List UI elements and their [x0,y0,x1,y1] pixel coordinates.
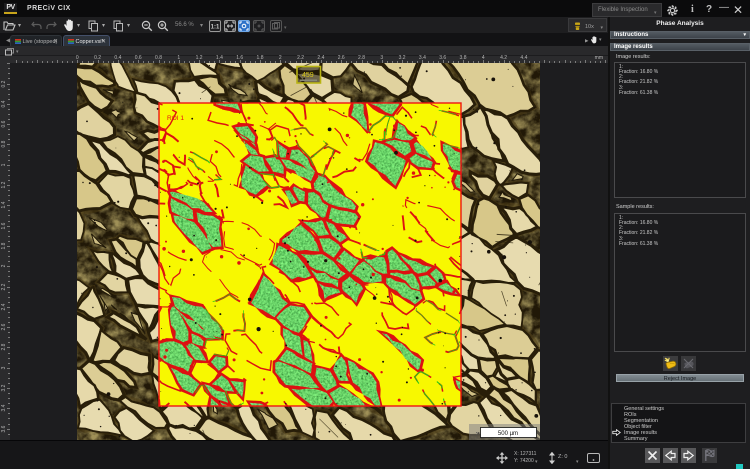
svg-text:500 µm: 500 µm [498,431,518,437]
svg-text:459: 459 [302,72,314,79]
svg-text:ROI 1: ROI 1 [167,115,184,122]
svg-text:⋮: ⋮ [473,432,480,439]
svg-text:1:1: 1:1 [211,24,220,30]
